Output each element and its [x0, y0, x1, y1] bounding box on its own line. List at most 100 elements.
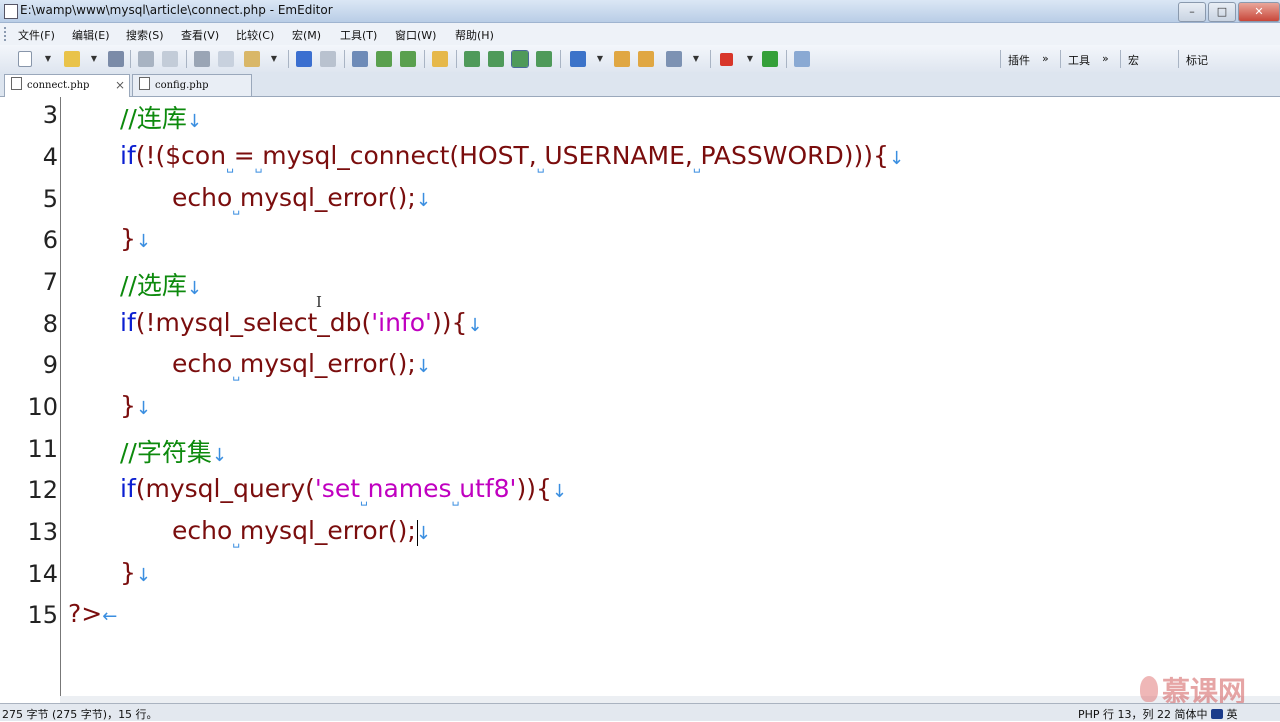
line-number: 14: [27, 560, 58, 588]
open-folder-icon[interactable]: [64, 51, 80, 67]
close-button[interactable]: ✕: [1238, 2, 1280, 22]
eof-mark: ←: [102, 606, 118, 627]
toolbar-separator: [456, 50, 457, 68]
eol-mark: ↓: [135, 231, 151, 252]
line-number-gutter: 3 4 5 6 7 8 9 10 11 12 13 14 15: [0, 97, 61, 696]
tab-bar: connect.php × config.php: [0, 72, 1280, 97]
save-icon[interactable]: [108, 51, 124, 67]
chevron-down-icon[interactable]: ▼: [90, 51, 98, 67]
code-text: }: [120, 224, 136, 253]
new-file-icon[interactable]: [18, 51, 32, 67]
cut-icon[interactable]: [194, 51, 210, 67]
split-horizontal-icon[interactable]: [464, 51, 480, 67]
run-macro-icon[interactable]: [762, 51, 778, 67]
chevron-down-icon[interactable]: ▼: [596, 51, 604, 67]
chevron-right-icon[interactable]: »: [1102, 52, 1109, 65]
plugins-toolbar-label[interactable]: 插件: [1008, 52, 1030, 68]
code-line: }↓: [120, 558, 151, 587]
eol-mark: ↓: [211, 445, 227, 466]
menu-bar: 文件(F) 编辑(E) 搜索(S) 查看(V) 比较(C) 宏(M) 工具(T)…: [0, 23, 1280, 45]
horizontal-scrollbar[interactable]: [60, 696, 1280, 703]
browser-preview-icon[interactable]: [570, 51, 586, 67]
find-icon[interactable]: [352, 51, 368, 67]
record-macro-icon[interactable]: [720, 53, 733, 66]
paste-icon[interactable]: [244, 51, 260, 67]
macros-toolbar-label[interactable]: 宏: [1128, 52, 1139, 68]
menu-grip[interactable]: [4, 27, 9, 41]
eol-mark: ↓: [186, 278, 202, 299]
window-controls: – □ ✕: [1176, 0, 1280, 22]
split-vertical-icon[interactable]: [488, 51, 504, 67]
menu-help[interactable]: 帮助(H): [455, 27, 494, 43]
code-line: echo␣mysql_error();↓: [172, 183, 431, 215]
code-text: echo: [172, 349, 233, 378]
line-number: 3: [42, 101, 58, 129]
toolbar-separator: [424, 50, 425, 68]
menu-edit[interactable]: 编辑(E): [72, 27, 110, 43]
print-preview-icon[interactable]: [162, 51, 178, 67]
code-text: (!mysql_select_db(: [135, 308, 372, 337]
space-mark: ␣: [226, 159, 234, 173]
menu-view[interactable]: 查看(V): [181, 27, 219, 43]
space-mark: ␣: [232, 201, 240, 215]
code-text: )){: [516, 474, 552, 503]
code-string: utf8': [459, 474, 517, 503]
menu-search[interactable]: 搜索(S): [126, 27, 164, 43]
toolbar-separator: [786, 50, 787, 68]
chevron-down-icon[interactable]: ▼: [270, 51, 278, 67]
code-line: if(!($con␣=␣mysql_connect(HOST,␣USERNAME…: [120, 141, 904, 173]
watermark-logo-icon: [1140, 676, 1158, 702]
chevron-down-icon[interactable]: ▼: [692, 51, 700, 67]
toolbar: ▼ ▼ ▼ ▼ ▼ ▼ 插件 » 工具 » 宏 标记: [0, 45, 1280, 73]
eol-mark: ↓: [415, 356, 431, 377]
customize-icon[interactable]: [614, 51, 630, 67]
code-comment: //连库: [120, 104, 187, 133]
toolbar-separator: [1120, 50, 1121, 68]
ime-language[interactable]: 英: [1227, 708, 1238, 721]
copy-icon[interactable]: [218, 51, 234, 67]
tab-close-icon[interactable]: ×: [115, 75, 125, 96]
chevron-down-icon[interactable]: ▼: [44, 51, 52, 67]
app-icon[interactable]: [4, 4, 18, 19]
mouse-ibeam-icon: I: [316, 293, 322, 311]
code-editor[interactable]: 3 4 5 6 7 8 9 10 11 12 13 14 15 //连库 ↓ if…: [0, 97, 1280, 696]
eol-mark: ↓: [551, 481, 567, 502]
chevron-down-icon[interactable]: ▼: [746, 51, 754, 67]
tab-config-php[interactable]: config.php: [132, 74, 252, 96]
find-next-icon[interactable]: [376, 51, 392, 67]
code-line: if(mysql_query('set␣names␣utf8')){↓: [120, 474, 567, 506]
title-bar: E:\wamp\www\mysql\article\connect.php - …: [0, 0, 1280, 23]
eol-mark: ↓: [415, 523, 431, 544]
code-text: (!($con: [135, 141, 227, 170]
plugin-icon[interactable]: [794, 51, 810, 67]
properties-icon[interactable]: [638, 51, 654, 67]
minimize-button[interactable]: –: [1178, 2, 1206, 22]
highlight-search-icon[interactable]: [432, 51, 448, 67]
menu-window[interactable]: 窗口(W): [395, 27, 436, 43]
tab-label: connect.php: [27, 80, 90, 91]
find-previous-icon[interactable]: [400, 51, 416, 67]
redo-icon[interactable]: [320, 51, 336, 67]
ime-icon[interactable]: [1211, 709, 1224, 719]
wrap-icon[interactable]: [511, 50, 529, 68]
tab-connect-php[interactable]: connect.php ×: [4, 74, 130, 97]
menu-file[interactable]: 文件(F): [18, 27, 55, 43]
window-title: E:\wamp\www\mysql\article\connect.php - …: [20, 3, 333, 17]
maximize-button[interactable]: □: [1208, 2, 1236, 22]
code-line: //选库↓: [120, 266, 202, 302]
menu-tools[interactable]: 工具(T): [340, 27, 377, 43]
code-line: }↓: [120, 224, 151, 253]
space-mark: ␣: [232, 534, 240, 548]
menu-macro[interactable]: 宏(M): [292, 27, 321, 43]
tools-toolbar-label[interactable]: 工具: [1068, 52, 1090, 68]
line-number: 10: [27, 393, 58, 421]
code-text: mysql_error();: [239, 349, 416, 378]
print-icon[interactable]: [138, 51, 154, 67]
chevron-right-icon[interactable]: »: [1042, 52, 1049, 65]
code-text: PASSWORD))){: [700, 141, 889, 170]
menu-compare[interactable]: 比较(C): [236, 27, 274, 43]
markers-toolbar-label[interactable]: 标记: [1186, 52, 1208, 68]
wrap-window-icon[interactable]: [536, 51, 552, 67]
undo-icon[interactable]: [296, 51, 312, 67]
config-icon[interactable]: [666, 51, 682, 67]
